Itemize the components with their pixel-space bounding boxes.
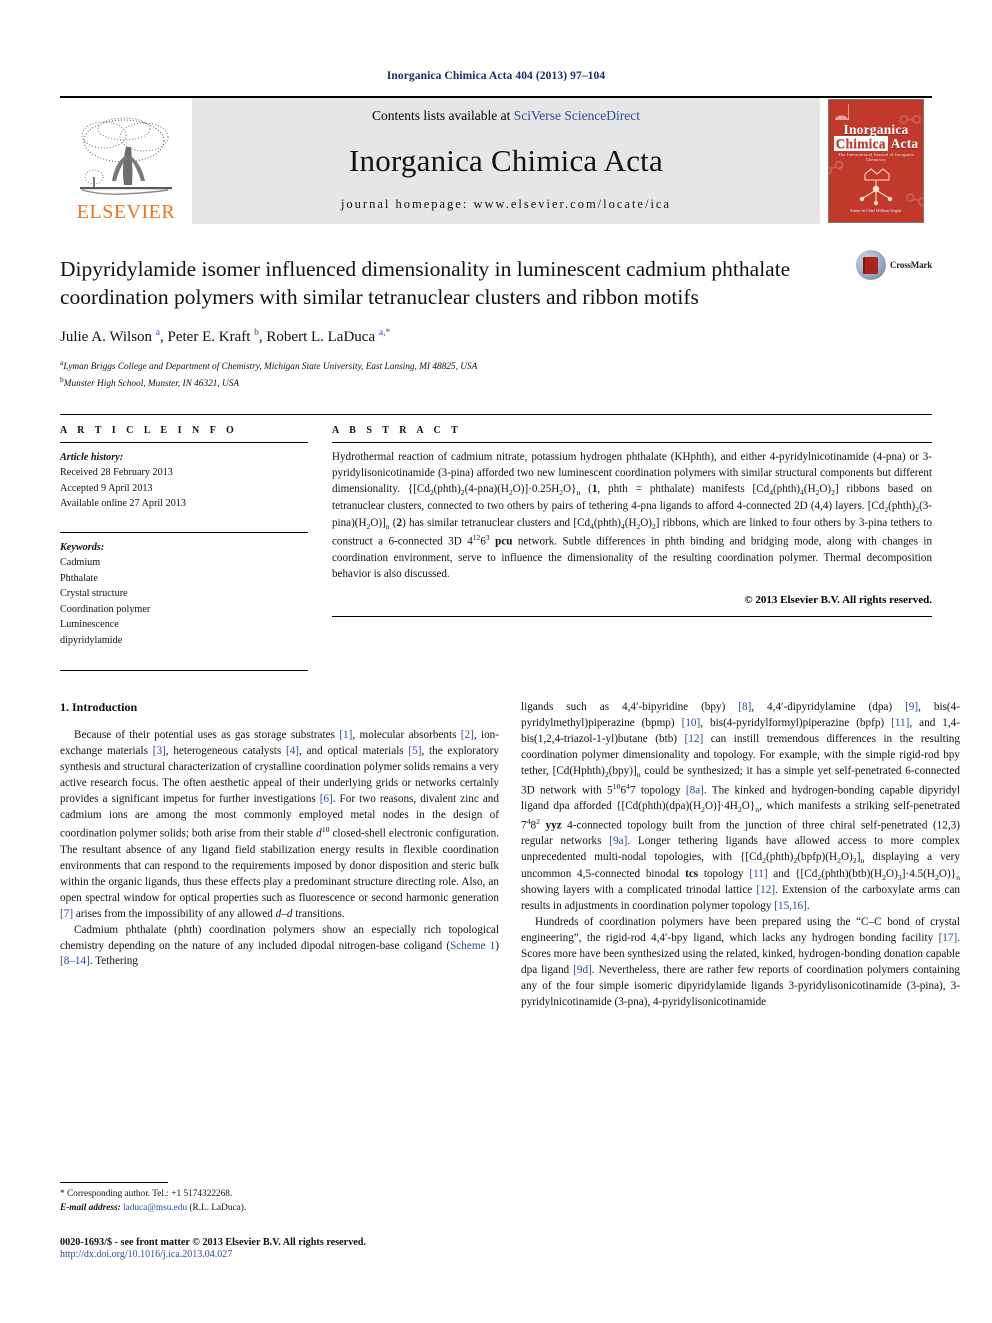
crossmark-badge[interactable]: CrossMark	[855, 250, 932, 280]
keyword-item: Phthalate	[60, 572, 98, 584]
crossmark-icon	[855, 250, 886, 280]
keywords-block: Keywords: Cadmium Phthalate Crystal stru…	[60, 540, 308, 649]
history-accepted: Accepted 9 April 2013	[60, 482, 153, 494]
email-link[interactable]: laduca@msu.edu	[123, 1203, 187, 1213]
abstract-text: Hydrothermal reaction of cadmium nitrate…	[332, 450, 933, 580]
article-info-column: A R T I C L E I N F O Article history: R…	[60, 425, 308, 679]
contents-available-line: Contents lists available at SciVerse Sci…	[372, 108, 640, 124]
email-line: E-mail address: laduca@msu.edu (R.L. LaD…	[60, 1202, 499, 1216]
keywords-label: Keywords:	[60, 541, 105, 553]
contents-prefix: Contents lists available at	[371, 108, 514, 123]
page-title: Dipyridylamide isomer influenced dimensi…	[60, 257, 791, 309]
journal-masthead: ELSEVIER Contents lists available at Sci…	[60, 96, 932, 224]
corresponding-author-line: * Corresponding author. Tel.: +1 5174322…	[60, 1189, 233, 1199]
abstract-copyright: © 2013 Elsevier B.V. All rights reserved…	[744, 593, 932, 606]
email-label: E-mail address:	[60, 1202, 121, 1213]
cover-elsevier-mark	[835, 104, 849, 120]
info-abstract-section: A R T I C L E I N F O Article history: R…	[60, 413, 932, 679]
history-received: Received 28 February 2013	[60, 467, 173, 479]
cover-title-acta: Acta	[890, 136, 919, 151]
paragraph: Cadmium phthalate (phth) coordination po…	[60, 923, 499, 968]
paragraph: ligands such as 4,4′-bipyridine (bpy) [8…	[521, 701, 961, 912]
corresponding-author-footnote: * Corresponding author. Tel.: +1 5174322…	[60, 1182, 499, 1216]
divider	[60, 441, 308, 443]
body-column-left: 1. Introduction Because of their potenti…	[60, 700, 499, 1010]
abstract-column: A B S T R A C T Hydrothermal reaction of…	[332, 425, 932, 679]
crossmark-label: CrossMark	[889, 260, 932, 270]
keyword-item: Luminescence	[60, 619, 119, 631]
section-title-introduction: 1. Introduction	[60, 700, 138, 715]
issn-copyright-line: 0020-1693/$ - see front matter © 2013 El…	[60, 1237, 367, 1248]
cover-molecule-graphic	[859, 168, 893, 206]
masthead-center: Contents lists available at SciVerse Sci…	[192, 98, 820, 224]
journal-homepage-link[interactable]: journal homepage: www.elsevier.com/locat…	[341, 197, 671, 212]
divider	[60, 1182, 168, 1183]
doi-link[interactable]: http://dx.doi.org/10.1016/j.ica.2013.04.…	[60, 1249, 760, 1260]
affiliation-text: Munster High School, Munster, IN 46321, …	[63, 379, 240, 390]
journal-cover-thumbnail[interactable]: ⚯ ⚯ ⚯ Inorganica Chimica Acta The Intern…	[828, 99, 924, 223]
sciencedirect-link[interactable]: SciVerse ScienceDirect	[514, 108, 640, 123]
elsevier-wordmark: ELSEVIER	[76, 201, 176, 223]
journal-title: Inorganica Chimica Acta	[349, 142, 663, 178]
paragraph: Because of their potential uses as gas s…	[60, 729, 499, 920]
divider	[332, 615, 932, 617]
elsevier-logo: ELSEVIER	[60, 98, 192, 224]
keyword-item: dipyridylamide	[60, 634, 123, 646]
affiliation-a: aLyman Briggs College and Department of …	[60, 357, 932, 375]
keyword-item: Crystal structure	[60, 588, 128, 600]
article-info-heading: A R T I C L E I N F O	[60, 424, 238, 436]
email-owner: (R.L. LaDuca).	[187, 1202, 247, 1213]
cover-title-chimica: Chimica	[833, 136, 888, 151]
abstract-heading: A B S T R A C T	[332, 424, 462, 436]
divider	[332, 441, 932, 443]
cover-footer-text: Editor-in-Chief William Trogler	[850, 208, 902, 213]
divider	[60, 531, 308, 533]
affiliation-list: aLyman Briggs College and Department of …	[60, 357, 932, 392]
article-history-label: Article history:	[60, 451, 124, 463]
paragraph: Hundreds of coordination polymers have b…	[521, 915, 960, 1008]
title-block: CrossMark Dipyridylamide isomer influenc…	[60, 250, 932, 392]
affiliation-b: bMunster High School, Munster, IN 46321,…	[60, 374, 932, 392]
page-footer: 0020-1693/$ - see front matter © 2013 El…	[60, 1237, 760, 1260]
keyword-item: Coordination polymer	[60, 603, 151, 615]
body-columns: 1. Introduction Because of their potenti…	[60, 700, 960, 1010]
keyword-item: Cadmium	[60, 557, 101, 569]
affiliation-text: Lyman Briggs College and Department of C…	[63, 361, 478, 372]
article-page: Inorganica Chimica Acta 404 (2013) 97–10…	[0, 0, 992, 1323]
article-history-block: Article history: Received 28 February 20…	[60, 450, 308, 512]
author-list: Julie A. Wilson a, Peter E. Kraft b, Rob…	[60, 327, 391, 345]
elsevier-tree-icon	[80, 117, 172, 195]
running-head: Inorganica Chimica Acta 404 (2013) 97–10…	[386, 70, 606, 82]
journal-cover-cell: ⚯ ⚯ ⚯ Inorganica Chimica Acta The Intern…	[820, 98, 932, 224]
body-column-right: ligands such as 4,4′-bipyridine (bpy) [8…	[521, 700, 960, 1010]
history-available-online: Available online 27 April 2013	[60, 498, 186, 510]
cover-subtitle: The International Journal of Inorganic C…	[837, 152, 915, 162]
divider	[60, 670, 308, 672]
cover-title-line2: Chimica Acta	[829, 136, 923, 152]
